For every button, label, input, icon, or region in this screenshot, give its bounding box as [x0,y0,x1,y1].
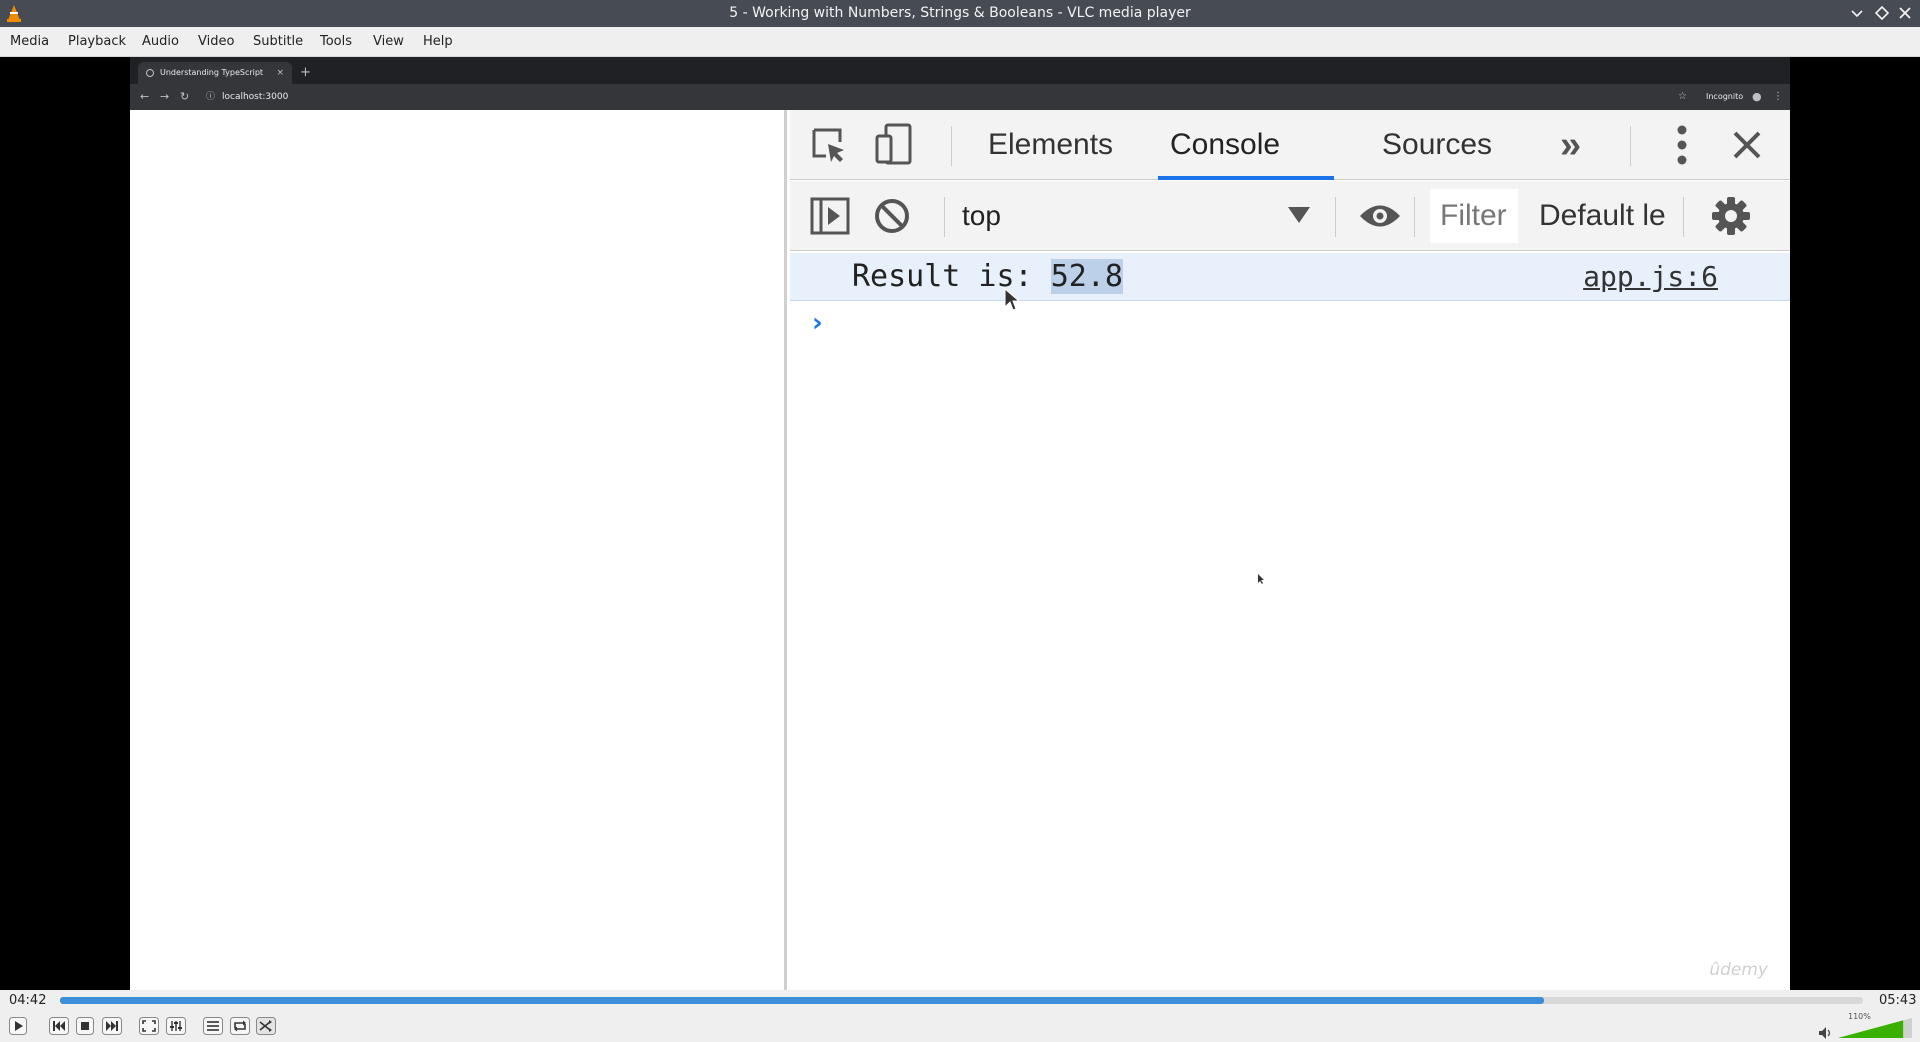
menu-tools[interactable]: Tools [318,27,354,57]
console-message-value: 52.8 [1050,259,1123,294]
menu-help[interactable]: Help [421,27,455,57]
address-bar: localhost:3000 [222,92,289,102]
play-icon [9,1017,27,1035]
volume-speaker-icon[interactable] [1818,1026,1834,1040]
minimize-icon[interactable] [1847,3,1867,23]
previous-button[interactable] [47,1014,71,1038]
menu-bar: Media Playback Audio Video Subtitle Tool… [0,27,1920,57]
devtools-panel: Elements Console Sources » top Filter De… [790,110,1790,990]
seek-slider[interactable] [60,997,1863,1004]
close-devtools-icon [1733,131,1761,159]
toolbar-divider [1683,197,1684,237]
loop-icon [230,1017,250,1035]
console-filter-input: Filter [1430,189,1518,243]
playlist-icon [203,1017,223,1035]
browser-menu-icon: ⋮ [1773,91,1783,102]
console-message-text: Result is: [852,259,1051,294]
title-bar: 5 - Working with Numbers, Strings & Bool… [0,0,1920,27]
clear-console-icon [875,199,909,233]
device-toolbar-icon [875,123,912,165]
toolbar-divider [1335,197,1336,237]
stop-button[interactable] [73,1014,97,1038]
inspect-element-icon [812,128,844,162]
context-dropdown-icon [1288,207,1310,223]
toolbar-divider [1414,197,1415,237]
star-icon: ☆ [1678,91,1687,102]
log-levels-dropdown: Default le [1539,199,1666,232]
toolbar-divider [1630,126,1631,166]
menu-media[interactable]: Media [8,27,51,57]
tab-sources: Sources [1382,128,1493,161]
video-frame: Understanding TypeScript × + ← → ↻ ⓘ loc… [130,57,1790,990]
console-source-link: app.js:6 [1583,260,1718,293]
browser-toolbar: ← → ↻ ⓘ localhost:3000 ☆ Incognito ● ⋮ [130,84,1790,110]
fullscreen-icon [139,1017,159,1035]
seek-progress [60,997,1544,1004]
new-tab-icon: + [300,65,311,80]
previous-icon [49,1017,69,1035]
shuffle-button[interactable] [254,1014,278,1038]
loop-button[interactable] [228,1014,252,1038]
context-select: top [962,200,1001,231]
tab-elements: Elements [988,128,1114,161]
volume-slider[interactable] [1838,1018,1912,1038]
console-prompt-icon: › [812,308,823,338]
elapsed-time: 04:42 [9,993,47,1008]
console-toolbar: top Filter Default le [790,181,1790,251]
seek-row: 04:42 05:43 [0,990,1920,1011]
live-expression-eye-icon [1360,205,1400,227]
reload-icon: ↻ [180,90,190,103]
show-sidebar-icon [810,197,850,235]
console-message: Result is: 52.8 [852,253,1123,301]
forward-icon: → [160,90,170,103]
info-icon: ⓘ [206,92,216,102]
console-settings-gear-icon [1712,197,1750,235]
next-icon [102,1017,122,1035]
browser-tab-title: Understanding TypeScript [160,68,264,77]
total-time: 05:43 [1879,993,1917,1008]
incognito-label: Incognito [1706,92,1744,101]
window-title: 5 - Working with Numbers, Strings & Bool… [729,5,1191,21]
menu-audio[interactable]: Audio [140,27,181,57]
tab-close-icon: × [276,68,284,78]
extended-settings-button[interactable] [164,1014,188,1038]
playlist-button[interactable] [201,1014,225,1038]
menu-video[interactable]: Video [196,27,236,57]
playback-controls: 110% [0,1011,1920,1042]
tab-console: Console [1170,128,1281,161]
mouse-cursor-icon [1004,288,1020,311]
equalizer-icon [166,1017,186,1035]
tab-favicon-icon [146,69,154,77]
back-icon: ← [140,90,150,103]
next-button[interactable] [100,1014,124,1038]
browser-tab: Understanding TypeScript × [138,62,292,84]
devtools-tab-bar: Elements Console Sources » [790,110,1790,180]
play-button[interactable] [6,1014,30,1038]
console-log-row: Result is: 52.8 app.js:6 [790,253,1790,301]
maximize-icon[interactable] [1872,3,1892,23]
video-area[interactable]: Understanding TypeScript × + ← → ↻ ⓘ loc… [0,57,1920,990]
mouse-cursor-icon [1258,574,1264,584]
menu-playback[interactable]: Playback [66,27,128,57]
fullscreen-button[interactable] [137,1014,161,1038]
more-tabs-icon: » [1560,124,1582,166]
kebab-menu-icon [1677,125,1687,165]
close-icon[interactable] [1895,3,1915,23]
incognito-avatar-icon: ● [1752,90,1762,103]
menu-subtitle[interactable]: Subtitle [251,27,305,57]
toolbar-divider [944,197,945,237]
shuffle-icon [256,1017,276,1035]
browser-tab-strip: Understanding TypeScript × + [130,57,1790,84]
stop-icon [76,1017,94,1035]
active-tab-indicator [1158,176,1334,180]
page-viewport [130,110,787,990]
menu-view[interactable]: View [371,27,406,57]
udemy-watermark: ûdemy [1709,960,1768,980]
toolbar-divider [951,126,952,166]
